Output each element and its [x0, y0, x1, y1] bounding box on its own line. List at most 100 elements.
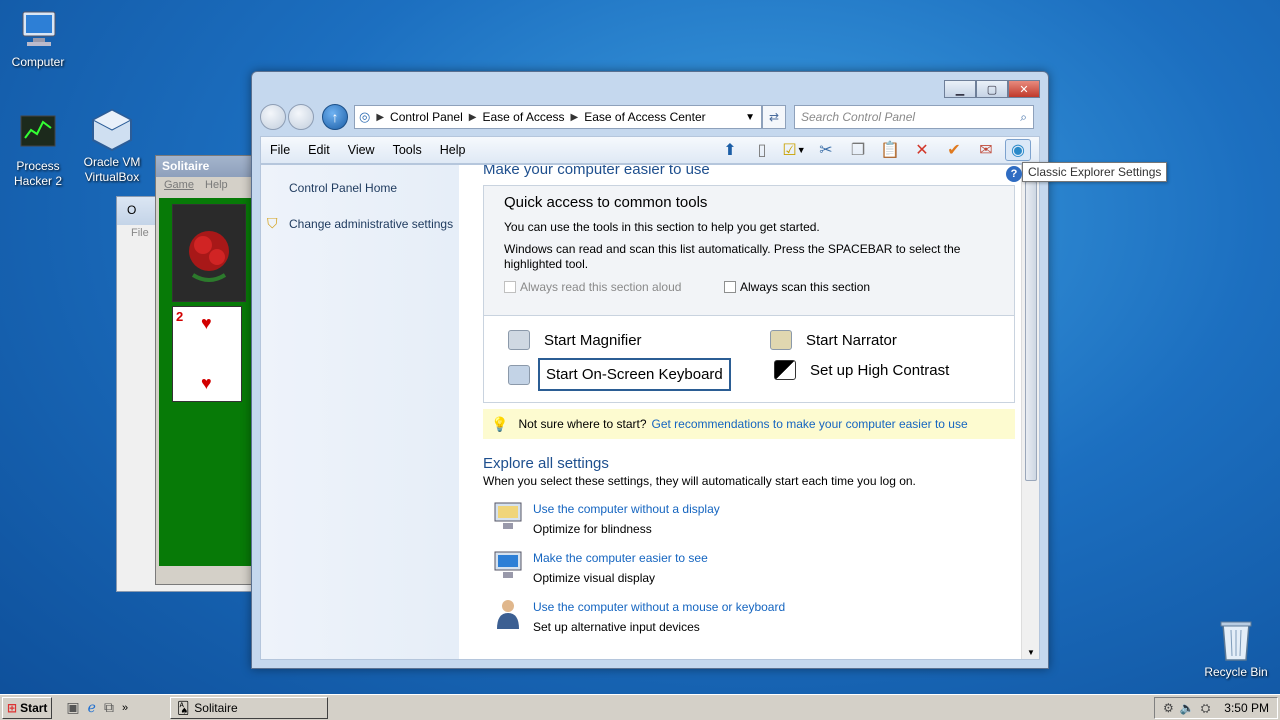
copy-button[interactable]: ❐ — [845, 139, 871, 161]
get-recommendations-link[interactable]: Get recommendations to make your compute… — [652, 417, 968, 431]
up-button[interactable]: ↑ — [322, 104, 348, 130]
setting-link[interactable]: Use the computer without a mouse or keyb… — [533, 597, 785, 617]
windows-logo-icon: ⊞ — [7, 700, 18, 715]
solitaire-menubar: Game Help — [156, 177, 254, 195]
desktop-icon-label: Oracle VM VirtualBox — [83, 155, 141, 184]
solitaire-titlebar[interactable]: Solitaire — [156, 156, 254, 177]
quick-access-title: Quick access to common tools — [504, 194, 708, 211]
scrollbar-thumb[interactable] — [1025, 181, 1037, 481]
up-circle-icon: ⬆ — [723, 142, 737, 159]
classic-explorer-settings-tooltip: ? Classic Explorer Settings — [1022, 162, 1168, 182]
ease-of-access-window[interactable]: ▁ ▢ ✕ ↑ ◎ ▶ Control Panel ▶ Ease of Acce… — [251, 71, 1049, 669]
minimize-icon: ▁ — [955, 83, 965, 96]
setting-desc: Optimize for blindness — [533, 522, 652, 536]
network-icon[interactable]: ⚙ — [1163, 701, 1174, 715]
solitaire-menu-help[interactable]: Help — [205, 179, 228, 191]
folders-pane-button[interactable]: ▯ — [749, 139, 775, 161]
address-row: ↑ ◎ ▶ Control Panel ▶ Ease of Access ▶ E… — [260, 102, 1040, 132]
desktop-icon-process-hacker[interactable]: Process Hacker 2 — [0, 112, 76, 189]
system-tray: ⚙ 🔈 ⛭ 3:50 PM — [1154, 697, 1278, 719]
up-arrow-icon: ↑ — [331, 109, 339, 125]
start-narrator-link[interactable]: Start Narrator — [770, 330, 897, 350]
refresh-icon: ⇄ — [768, 110, 780, 124]
narrator-icon — [770, 330, 792, 350]
breadcrumb-control-panel[interactable]: Control Panel — [390, 110, 463, 124]
classic-explorer-settings-button[interactable]: ◉ — [1005, 139, 1031, 161]
setting-item[interactable]: Use the computer without a mouse or keyb… — [491, 597, 785, 637]
setting-item[interactable]: Use the computer without a display Optim… — [491, 499, 720, 539]
control-panel-home-link[interactable]: Control Panel Home — [289, 181, 397, 195]
card-two-of-hearts[interactable]: 2 ♥ ♥ — [172, 306, 242, 402]
tooltip-text: Classic Explorer Settings — [1028, 165, 1162, 179]
breadcrumb-separator-icon: ▶ — [570, 111, 579, 123]
up-folder-button[interactable]: ⬆ — [717, 139, 743, 161]
forward-button[interactable] — [288, 104, 314, 130]
solitaire-felt[interactable]: 2 ♥ ♥ — [159, 198, 254, 566]
always-read-checkbox[interactable]: Always read this section aloud — [504, 280, 681, 294]
view-icon: ☑ — [782, 142, 797, 159]
menu-view[interactable]: View — [348, 143, 375, 157]
setup-high-contrast-link[interactable]: Set up High Contrast — [774, 360, 949, 380]
start-button[interactable]: ⊞ Start — [2, 696, 53, 719]
solitaire-window[interactable]: Solitaire Game Help 2 ♥ ♥ — [155, 155, 255, 585]
task-pane: Control Panel Home ⛉ Change administrati… — [261, 165, 459, 659]
copy-icon: ❐ — [850, 142, 866, 159]
always-read-label: Always read this section aloud — [520, 280, 682, 294]
volume-icon[interactable]: 🔈 — [1180, 701, 1195, 715]
desktop-icon-computer[interactable]: Computer — [0, 8, 76, 70]
lightbulb-icon: 💡 — [491, 415, 509, 432]
start-on-screen-keyboard-link[interactable]: Start On-Screen Keyboard — [508, 358, 731, 391]
clipboard-icon: 📋 — [880, 142, 900, 159]
desktop-icon-label: Recycle Bin — [1204, 665, 1268, 679]
quick-launch-overflow-icon[interactable]: » — [122, 702, 128, 714]
setting-link[interactable]: Make the computer easier to see — [533, 548, 708, 568]
desktop-icon-label: Computer — [11, 55, 65, 69]
maximize-icon: ▢ — [986, 83, 998, 96]
taskbar-solitaire-button[interactable]: 🂡 Solitaire — [170, 697, 328, 719]
tray-app-icon[interactable]: ⛭ — [1201, 701, 1211, 716]
clock[interactable]: 3:50 PM — [1224, 701, 1269, 715]
menu-file[interactable]: File — [270, 143, 290, 157]
delete-button[interactable]: ✕ — [909, 139, 935, 161]
cut-button[interactable]: ✂ — [813, 139, 839, 161]
minimize-button[interactable]: ▁ — [944, 80, 976, 98]
card-back[interactable] — [172, 204, 246, 302]
search-icon: ⌕ — [1020, 109, 1027, 124]
menu-tools[interactable]: Tools — [393, 143, 422, 157]
maximize-button[interactable]: ▢ — [976, 80, 1008, 98]
search-input[interactable]: Search Control Panel ⌕ — [794, 105, 1034, 129]
setting-link[interactable]: Use the computer without a display — [533, 499, 720, 519]
view-button[interactable]: ☑ ▼ — [781, 139, 807, 161]
close-button[interactable]: ✕ — [1008, 80, 1040, 98]
solitaire-menu-game[interactable]: Game — [164, 179, 194, 191]
help-icon: ? — [1006, 166, 1022, 182]
paste-button[interactable]: 📋 — [877, 139, 903, 161]
properties-button[interactable]: ✔ — [941, 139, 967, 161]
keyboard-icon — [508, 364, 530, 385]
breadcrumb-ease-of-access-center[interactable]: Ease of Access Center — [584, 110, 705, 124]
start-magnifier-link[interactable]: Start Magnifier — [508, 330, 642, 350]
vertical-scrollbar[interactable]: ▼ — [1021, 165, 1039, 659]
breadcrumb-ease-of-access[interactable]: Ease of Access — [482, 110, 564, 124]
setting-item[interactable]: Make the computer easier to see Optimize… — [491, 548, 708, 588]
change-admin-settings-link[interactable]: Change administrative settings — [289, 217, 453, 231]
monitor-icon — [491, 548, 525, 582]
quick-access-desc-2: Windows can read and scan this list auto… — [504, 242, 961, 271]
show-desktop-icon[interactable]: ▣ — [66, 699, 79, 716]
internet-explorer-icon[interactable]: ℯ — [88, 699, 96, 716]
refresh-button[interactable]: ⇄ — [762, 105, 786, 129]
desktop-icon-virtualbox[interactable]: Oracle VM VirtualBox — [74, 108, 150, 185]
chevron-down-icon[interactable]: ▼ — [745, 112, 755, 123]
menu-edit[interactable]: Edit — [308, 143, 330, 157]
quick-launch-icon[interactable]: ⧉ — [104, 699, 114, 716]
email-button[interactable]: ✉ — [973, 139, 999, 161]
desktop-icon-recycle-bin[interactable]: Recycle Bin — [1198, 618, 1274, 680]
start-narrator-label: Start Narrator — [806, 331, 897, 349]
start-magnifier-label: Start Magnifier — [544, 331, 642, 349]
address-bar[interactable]: ◎ ▶ Control Panel ▶ Ease of Access ▶ Eas… — [354, 105, 762, 129]
menu-help[interactable]: Help — [440, 143, 466, 157]
tip-prefix: Not sure where to start? — [518, 417, 647, 431]
always-scan-checkbox[interactable]: Always scan this section — [724, 280, 870, 294]
back-button[interactable] — [260, 104, 286, 130]
scroll-down-arrow-icon[interactable]: ▼ — [1027, 648, 1035, 657]
